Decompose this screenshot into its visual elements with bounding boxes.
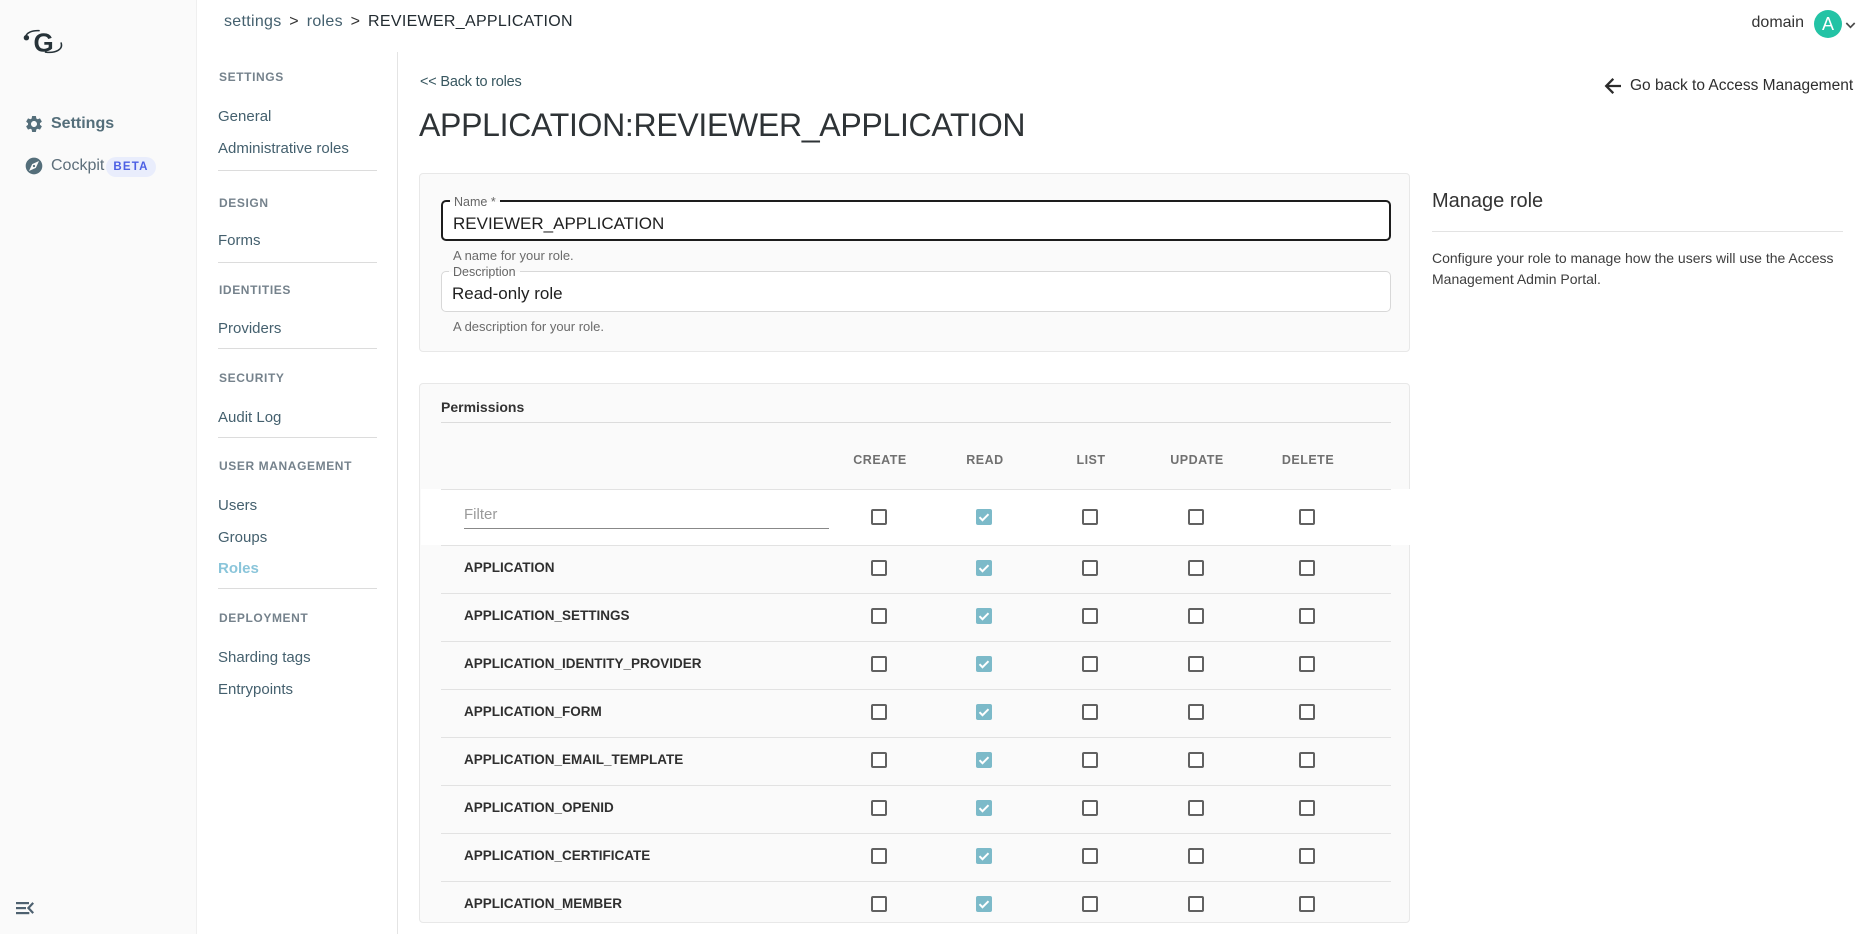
- svg-text:G: G: [34, 28, 54, 58]
